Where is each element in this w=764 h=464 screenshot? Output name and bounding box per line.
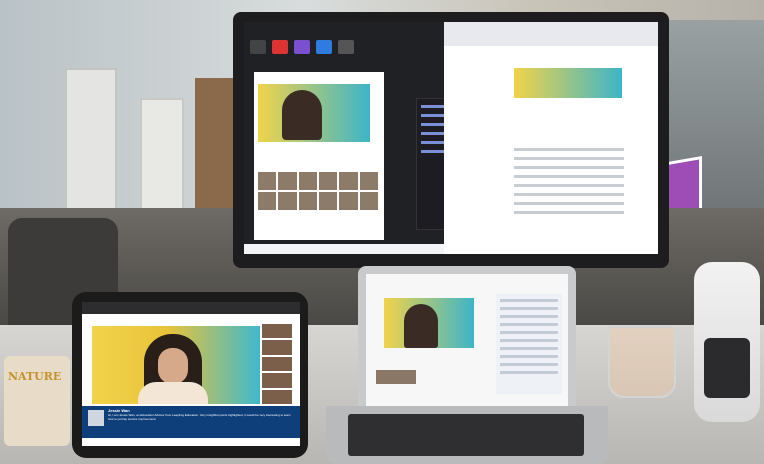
zoom-button[interactable] [294, 40, 310, 54]
zoom-button[interactable] [272, 40, 288, 54]
comment-line [514, 211, 624, 214]
comment-line [500, 363, 558, 366]
office-door-secondary [140, 98, 184, 212]
comment-line [514, 184, 624, 187]
glass-mug [608, 326, 676, 398]
participant-tile [339, 192, 358, 210]
participant-tile [319, 192, 338, 210]
participant-tile [278, 172, 297, 190]
comment-line [514, 148, 624, 151]
comment-line [514, 175, 624, 178]
participant-tile [262, 373, 292, 388]
comment-line [500, 371, 558, 374]
participant-tile [262, 356, 292, 372]
participant-tile [298, 192, 317, 210]
laptop-screen [366, 274, 568, 408]
participant-tile [359, 192, 378, 210]
comment-text: Hi, I am Jessie Wan, an Education Adviso… [108, 413, 291, 421]
snack-brand-label: NATURE [8, 370, 62, 383]
office-door [65, 68, 117, 214]
tablet-status-bar [82, 302, 300, 314]
comment-line [500, 331, 558, 334]
wood-panel [195, 78, 235, 208]
comment-line [500, 299, 558, 302]
monitor-screen [244, 22, 658, 254]
participant-tile [278, 192, 297, 210]
participant-gallery [262, 324, 292, 404]
participant-gallery [258, 172, 378, 210]
participant-tile [319, 172, 338, 190]
comment-line [514, 202, 624, 205]
participant-tile [339, 172, 358, 190]
zoom-button[interactable] [316, 40, 332, 54]
tablet-screen: Jessie Wan Hi, I am Jessie Wan, an Educa… [82, 302, 300, 446]
participant-tile [262, 340, 292, 355]
zoom-button[interactable] [338, 40, 354, 54]
comment-line [514, 166, 624, 169]
participant-tile [262, 389, 292, 404]
presenter-body [138, 382, 208, 404]
comment-line [514, 193, 624, 196]
presenter-video [404, 304, 438, 348]
comment-line [500, 355, 558, 358]
participant-tile [258, 172, 277, 190]
participant-tile [298, 172, 317, 190]
commenter-avatar [88, 410, 104, 426]
embedded-video[interactable] [514, 68, 622, 98]
zoom-toolbar [250, 40, 410, 56]
heater-grill [704, 338, 750, 398]
comment-line [514, 157, 624, 160]
presenter-video [282, 90, 322, 140]
zoom-button[interactable] [250, 40, 266, 54]
zoom-meeting-window [244, 22, 474, 244]
browser-window [444, 22, 658, 254]
browser-tab-bar[interactable] [444, 22, 658, 46]
comment-list [514, 142, 624, 220]
presenter-face [158, 348, 188, 384]
comment-line [500, 339, 558, 342]
laptop-keyboard[interactable] [348, 414, 584, 456]
comment-line [500, 315, 558, 318]
comment-line [500, 347, 558, 350]
participant-tile [359, 172, 378, 190]
participant-tile [262, 324, 292, 339]
comment-sidebar [496, 294, 562, 394]
comment-line [500, 307, 558, 310]
comment-line [500, 323, 558, 326]
participant-tile [258, 192, 277, 210]
participant-thumbnails [376, 370, 416, 384]
comment-caption-bar: Jessie Wan Hi, I am Jessie Wan, an Educa… [82, 406, 300, 438]
